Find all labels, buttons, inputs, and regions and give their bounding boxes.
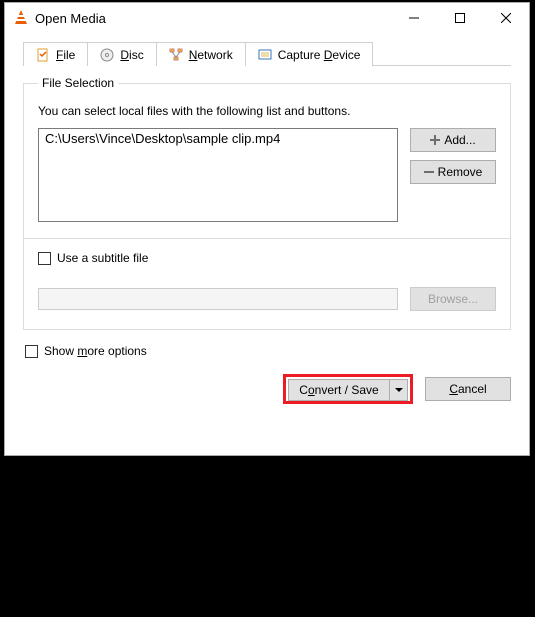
capture-icon: [258, 48, 272, 62]
network-icon: [169, 48, 183, 62]
file-icon: [36, 48, 50, 62]
file-selection-hint: You can select local files with the foll…: [38, 104, 496, 118]
open-media-dialog: Open Media File Disc: [4, 2, 530, 456]
file-selection-group: File Selection You can select local file…: [23, 76, 511, 239]
minimize-button[interactable]: [391, 4, 437, 32]
subtitle-checkbox[interactable]: [38, 252, 51, 265]
window-title: Open Media: [35, 11, 391, 26]
file-list[interactable]: C:\Users\Vince\Desktop\sample clip.mp4: [38, 128, 398, 222]
remove-button[interactable]: Remove: [410, 160, 496, 184]
plus-icon: [430, 135, 440, 145]
file-list-item[interactable]: C:\Users\Vince\Desktop\sample clip.mp4: [45, 131, 391, 146]
dialog-footer: Convert / Save Cancel: [5, 368, 529, 404]
tab-file-label: File: [56, 48, 75, 62]
tab-capture-label: Capture Device: [278, 48, 361, 62]
convert-save-button[interactable]: Convert / Save: [288, 379, 390, 401]
add-button[interactable]: Add...: [410, 128, 496, 152]
maximize-button[interactable]: [437, 4, 483, 32]
chevron-down-icon: [395, 388, 403, 392]
vlc-icon: [13, 10, 29, 26]
disc-icon: [100, 48, 114, 62]
cancel-button[interactable]: Cancel: [425, 377, 511, 401]
titlebar: Open Media: [5, 3, 529, 33]
subtitle-path-input: [38, 288, 398, 310]
tab-file[interactable]: File: [23, 42, 88, 66]
tab-content: File Selection You can select local file…: [5, 66, 529, 358]
tabstrip: File Disc Network Capture Device: [5, 33, 529, 65]
more-options-label: Show more options: [44, 344, 147, 358]
convert-dropdown-button[interactable]: [390, 379, 408, 401]
more-options-checkbox[interactable]: [25, 345, 38, 358]
window-controls: [391, 4, 529, 32]
subtitle-checkbox-label: Use a subtitle file: [57, 251, 148, 265]
tab-network-label: Network: [189, 48, 233, 62]
more-options-row: Show more options: [25, 344, 511, 358]
tab-disc-label: Disc: [120, 48, 143, 62]
minus-icon: [424, 167, 434, 177]
subtitle-group: Use a subtitle file Browse...: [23, 239, 511, 330]
tab-network[interactable]: Network: [156, 42, 246, 66]
file-selection-legend: File Selection: [38, 76, 118, 90]
browse-button: Browse...: [410, 287, 496, 311]
convert-highlight: Convert / Save: [283, 374, 413, 404]
tab-capture[interactable]: Capture Device: [245, 42, 374, 66]
tab-disc[interactable]: Disc: [87, 42, 156, 66]
close-button[interactable]: [483, 4, 529, 32]
